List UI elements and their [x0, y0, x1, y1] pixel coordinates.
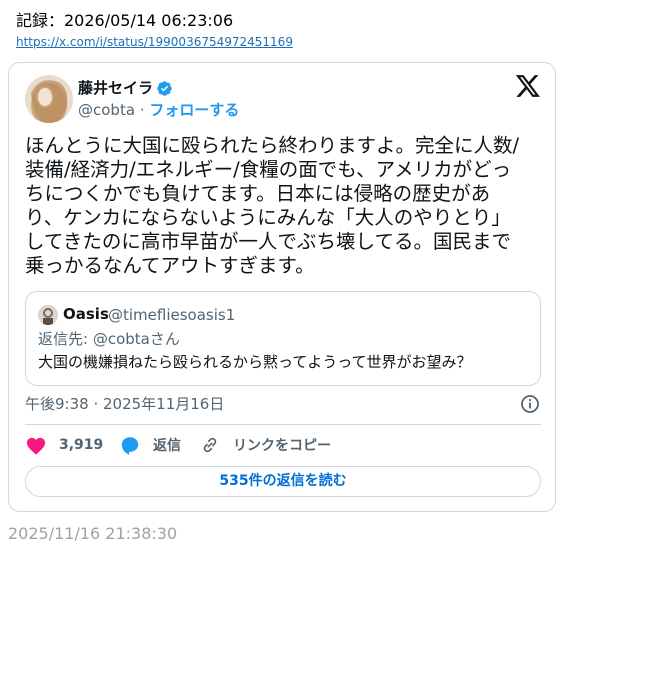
tweet-text-line: り、ケンカにならないようにみんな「大人のやりとり」 [25, 206, 511, 229]
tweet-text-line: ほんとうに大国に殴られたら終わりますよ。完全に人数/ [25, 134, 520, 157]
author-handle[interactable]: @cobta [78, 101, 135, 119]
quoted-tweet[interactable]: Oasis @timefliesoasis1 返信先: @cobtaさん 大国の… [25, 291, 541, 386]
tweet-text-line: 乗っかるなんてアウトすぎます。 [25, 254, 315, 277]
info-icon[interactable] [520, 394, 540, 414]
tweet-text-line: してきたのに高市早苗が一人でぶち壊してる。国民まで [25, 230, 511, 253]
verified-badge-icon [156, 80, 173, 97]
divider [25, 424, 541, 425]
record-url-link[interactable]: https://x.com/i/status/19900367549724511… [16, 35, 293, 49]
tweet-text-line: 装備/経済力/エネルギー/食糧の面でも、アメリカがどっ [25, 158, 512, 181]
quote-text: 大国の機嫌損ねたら殴られるから黙ってようって世界がお望み？ [38, 353, 472, 371]
handle-separator: · [139, 101, 145, 119]
tweet-text-line: ちにつくかでも負けてます。日本には侵略の歴史があ [25, 182, 491, 205]
tweet-text: ほんとうに大国に殴られたら終わりますよ。完全に人数/ 装備/経済力/エネルギー/… [25, 134, 539, 278]
tweet-actions: 3,919 返信 リンクをコピー [25, 433, 541, 457]
copy-link-label: リンクをコピー [233, 438, 331, 454]
read-replies-button[interactable]: 535件の返信を読む [25, 466, 541, 497]
like-count: 3,919 [59, 437, 104, 453]
quote-author-handle[interactable]: @timefliesoasis1 [108, 305, 235, 325]
like-button[interactable]: 3,919 [25, 433, 103, 457]
reply-label: 返信 [153, 438, 181, 454]
reply-button[interactable]: 返信 [119, 433, 181, 457]
quote-author-name[interactable]: Oasis [63, 304, 109, 324]
reply-icon [121, 437, 139, 455]
tweet-card: 藤井セイラ @cobta · フォローする ほんとうに大国に殴られたら終わります… [8, 62, 556, 512]
follow-button[interactable]: フォローする [149, 101, 239, 119]
quote-author-avatar[interactable] [38, 305, 58, 325]
link-icon [203, 437, 217, 453]
tweet-timestamp[interactable]: 午後9:38 · 2025年11月16日 [25, 394, 224, 414]
footer-timestamp: 2025/11/16 21:38:30 [8, 524, 178, 543]
quote-reply-to: 返信先: @cobtaさん [38, 330, 180, 348]
x-logo-icon[interactable] [515, 75, 541, 99]
record-timestamp: 記録：2026/05/14 06:23:06 [16, 11, 234, 30]
copy-link-button[interactable]: リンクをコピー [199, 433, 331, 457]
heart-icon [26, 437, 46, 455]
author-name[interactable]: 藤井セイラ [78, 78, 153, 98]
author-handle-row: @cobta · フォローする [78, 100, 239, 120]
author-avatar[interactable] [25, 75, 73, 123]
